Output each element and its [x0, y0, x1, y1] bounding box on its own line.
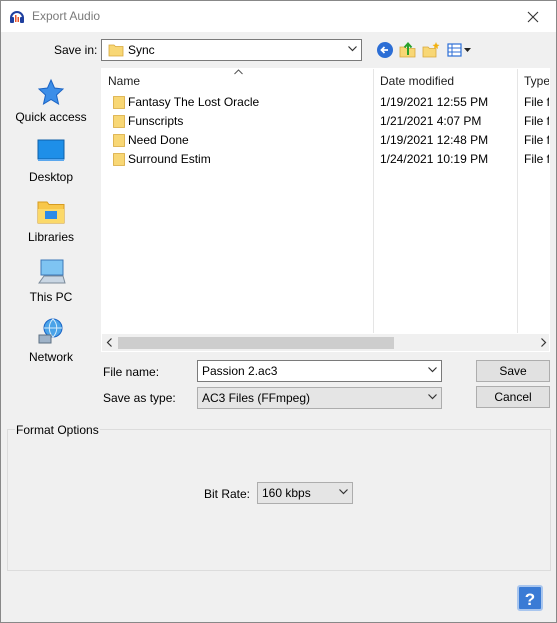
- horizontal-scrollbar[interactable]: [102, 334, 549, 351]
- save-button[interactable]: Save: [476, 360, 550, 382]
- star-icon: [37, 78, 65, 106]
- place-this-pc[interactable]: This PC: [7, 257, 95, 315]
- file-date: 1/19/2021 12:55 PM: [380, 95, 489, 109]
- scrollbar-thumb[interactable]: [118, 337, 394, 349]
- file-row[interactable]: Fantasy The Lost Oracle 1/19/2021 12:55 …: [102, 93, 550, 112]
- file-name: Fantasy The Lost Oracle: [128, 95, 260, 109]
- bit-rate-label: Bit Rate:: [204, 487, 251, 501]
- bit-rate-dropdown[interactable]: 160 kbps: [257, 482, 353, 504]
- file-row[interactable]: Need Done 1/19/2021 12:48 PM File fo: [102, 131, 550, 150]
- chevron-down-icon: [339, 489, 348, 495]
- new-folder-icon[interactable]: [422, 41, 440, 59]
- help-button[interactable]: ?: [517, 585, 543, 611]
- scroll-right-icon[interactable]: [540, 338, 547, 347]
- place-libraries[interactable]: Libraries: [7, 197, 95, 255]
- places-bar: Quick access Desktop Libraries This PC N…: [7, 69, 95, 364]
- column-header-type[interactable]: Type: [518, 69, 550, 93]
- save-in-dropdown[interactable]: Sync: [101, 39, 362, 61]
- computer-icon: [38, 259, 66, 284]
- file-type: File fo: [524, 133, 550, 147]
- close-button[interactable]: [510, 1, 556, 32]
- desktop-icon: [37, 139, 65, 161]
- folder-icon: [113, 96, 125, 109]
- column-header-name[interactable]: Name: [102, 69, 373, 93]
- place-label: Libraries: [27, 230, 75, 244]
- network-icon: [38, 318, 63, 344]
- up-folder-icon[interactable]: [399, 41, 417, 59]
- scroll-left-icon[interactable]: [106, 338, 113, 347]
- place-label: Network: [28, 350, 73, 364]
- chevron-down-icon: [428, 394, 437, 400]
- title-bar: Export Audio: [1, 1, 556, 32]
- file-name: Surround Estim: [128, 152, 211, 166]
- back-icon[interactable]: [376, 41, 394, 59]
- close-icon: [527, 11, 539, 22]
- place-desktop[interactable]: Desktop: [7, 137, 95, 195]
- folder-icon: [113, 153, 125, 166]
- place-quick-access[interactable]: Quick access: [7, 77, 95, 135]
- save-in-label: Save in:: [54, 43, 98, 57]
- file-name-value: Passion 2.ac3: [202, 364, 278, 378]
- libraries-icon: [37, 201, 65, 224]
- folder-icon: [113, 115, 125, 128]
- window-title: Export Audio: [32, 9, 101, 23]
- chevron-down-icon[interactable]: [428, 367, 437, 373]
- file-type: File fo: [524, 152, 550, 166]
- export-audio-dialog: Export Audio Save in: Sync Quick access …: [0, 0, 557, 623]
- file-name-input[interactable]: Passion 2.ac3: [197, 360, 442, 382]
- place-network[interactable]: Network: [7, 317, 95, 375]
- folder-icon: [108, 44, 124, 57]
- file-type: File fo: [524, 114, 550, 128]
- save-as-type-label: Save as type:: [103, 391, 176, 405]
- save-as-type-dropdown[interactable]: AC3 Files (FFmpeg): [197, 387, 442, 409]
- file-type: File fo: [524, 95, 550, 109]
- file-date: 1/19/2021 12:48 PM: [380, 133, 489, 147]
- view-menu-icon[interactable]: [447, 41, 473, 59]
- file-date: 1/21/2021 4:07 PM: [380, 114, 482, 128]
- column-label: Date modified: [380, 74, 455, 88]
- place-label: Quick access: [15, 110, 87, 124]
- folder-icon: [113, 134, 125, 147]
- file-row[interactable]: Surround Estim 1/24/2021 10:19 PM File f…: [102, 150, 550, 169]
- file-list[interactable]: Name Date modified Type Fantasy The Lost…: [101, 68, 550, 352]
- cancel-button[interactable]: Cancel: [476, 386, 550, 408]
- column-header-date[interactable]: Date modified: [374, 69, 517, 93]
- column-label: Type: [524, 74, 550, 88]
- audacity-app-icon: [10, 11, 24, 23]
- chevron-down-icon: [348, 46, 357, 52]
- file-row[interactable]: Funscripts 1/21/2021 4:07 PM File fo: [102, 112, 550, 131]
- column-label: Name: [108, 74, 141, 88]
- place-label: Desktop: [28, 170, 74, 184]
- file-date: 1/24/2021 10:19 PM: [380, 152, 489, 166]
- place-label: This PC: [29, 290, 73, 304]
- file-name-label: File name:: [103, 365, 160, 379]
- bit-rate-value: 160 kbps: [262, 486, 311, 500]
- format-options-title: Format Options: [15, 423, 100, 437]
- save-in-value: Sync: [128, 43, 155, 57]
- file-name: Funscripts: [128, 114, 184, 128]
- save-as-type-value: AC3 Files (FFmpeg): [202, 391, 311, 405]
- file-name: Need Done: [128, 133, 189, 147]
